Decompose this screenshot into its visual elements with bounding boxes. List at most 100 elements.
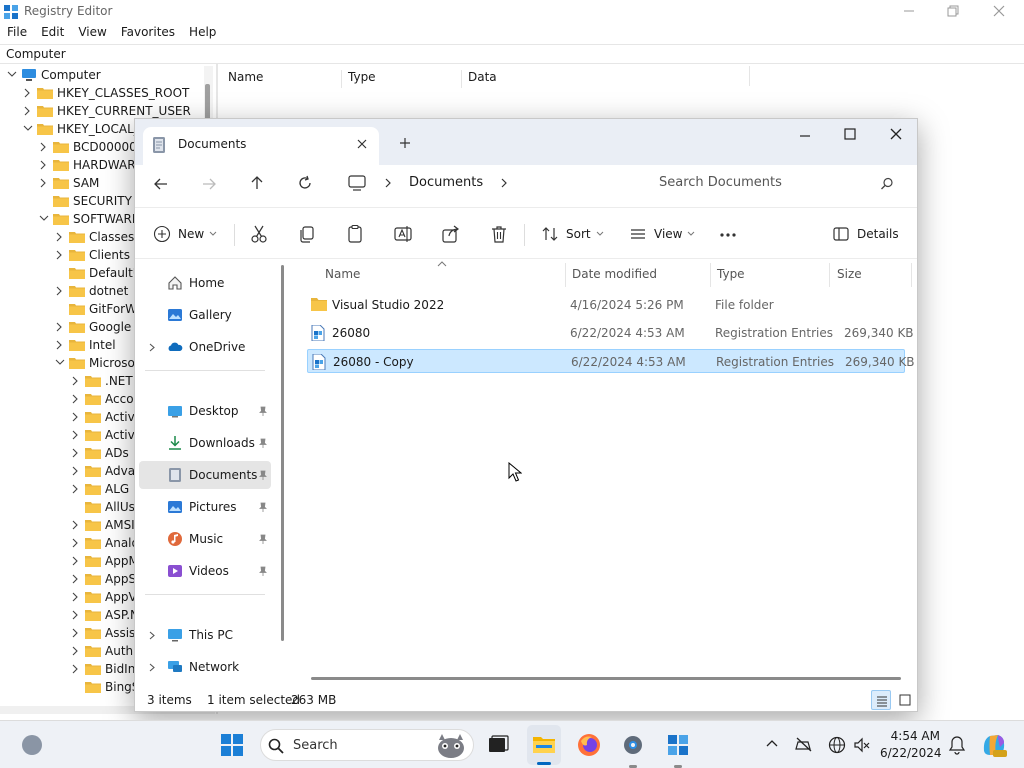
- minimize-icon[interactable]: [903, 5, 915, 17]
- tree-item[interactable]: Clients: [54, 246, 130, 264]
- col-data[interactable]: Data: [461, 70, 497, 88]
- chevron-right-icon[interactable]: [70, 375, 82, 387]
- registry-address-bar[interactable]: Computer: [0, 44, 1024, 64]
- tree-item[interactable]: ALG: [70, 480, 129, 498]
- chevron-right-icon[interactable]: [22, 105, 34, 117]
- file-list-hscrollbar[interactable]: [311, 677, 901, 680]
- tree-item[interactable]: HKEY_LOCAL_: [22, 120, 140, 138]
- chevron-right-icon[interactable]: [70, 645, 82, 657]
- tree-item[interactable]: AppV: [70, 588, 137, 606]
- network-offline-icon[interactable]: [795, 736, 813, 752]
- chevron-right-icon[interactable]: [70, 573, 82, 585]
- tree-item[interactable]: AppS: [70, 570, 136, 588]
- chevron-down-icon[interactable]: [38, 213, 50, 225]
- chevron-down-icon[interactable]: [6, 69, 18, 81]
- chevron-right-icon[interactable]: [70, 465, 82, 477]
- chevron-right-icon[interactable]: [70, 429, 82, 441]
- chevron-right-icon[interactable]: [54, 285, 66, 297]
- details-view-toggle[interactable]: [871, 690, 891, 710]
- tree-item[interactable]: GitForW: [54, 300, 137, 318]
- chevron-right-icon[interactable]: [70, 411, 82, 423]
- tree-item[interactable]: HARDWARE: [38, 156, 143, 174]
- tree-item[interactable]: Microso: [54, 354, 135, 372]
- windows-start-icon[interactable]: [220, 733, 244, 757]
- tree-item[interactable]: ASP.N: [70, 606, 139, 624]
- tree-item[interactable]: Intel: [54, 336, 116, 354]
- tree-item[interactable]: AMSI: [70, 516, 135, 534]
- tree-item[interactable]: AllUs: [70, 498, 135, 516]
- tree-item[interactable]: SECURITY: [38, 192, 132, 210]
- tree-item[interactable]: BingS: [70, 678, 139, 696]
- chevron-down-icon[interactable]: [54, 357, 66, 369]
- taskbar-search[interactable]: Search: [260, 729, 474, 761]
- chevron-right-icon[interactable]: [54, 339, 66, 351]
- chevron-right-icon[interactable]: [70, 591, 82, 603]
- chevron-right-icon[interactable]: [70, 555, 82, 567]
- globe-icon[interactable]: [828, 736, 846, 754]
- chevron-right-icon[interactable]: [70, 627, 82, 639]
- chevron-right-icon[interactable]: [70, 393, 82, 405]
- chevron-right-icon[interactable]: [22, 87, 34, 99]
- col-type[interactable]: Type: [341, 70, 376, 88]
- chevron-right-icon[interactable]: [38, 141, 50, 153]
- tree-item[interactable]: Assis: [70, 624, 135, 642]
- tree-item[interactable]: Computer: [6, 66, 101, 84]
- file-row[interactable]: 26080 - Copy 6/22/2024 4:53 AM Registratio…: [307, 349, 915, 373]
- menu-favorites[interactable]: Favorites: [121, 23, 175, 39]
- tree-item[interactable]: Acco: [70, 390, 134, 408]
- tree-item[interactable]: BidIn: [70, 660, 135, 678]
- menu-file[interactable]: File: [7, 23, 27, 39]
- chevron-up-icon[interactable]: [766, 739, 778, 747]
- tree-item[interactable]: .NET: [70, 372, 133, 390]
- tree-item[interactable]: SOFTWARE: [38, 210, 139, 228]
- clock-date[interactable]: 6/22/2024: [880, 746, 942, 760]
- tree-item[interactable]: ADs: [70, 444, 129, 462]
- menu-help[interactable]: Help: [189, 23, 216, 39]
- widgets-icon[interactable]: [20, 733, 44, 757]
- tree-item[interactable]: Auth: [70, 642, 133, 660]
- chevron-right-icon[interactable]: [38, 177, 50, 189]
- chevron-right-icon[interactable]: [70, 519, 82, 531]
- tree-item[interactable]: Activ: [70, 408, 135, 426]
- col-name[interactable]: Name: [228, 70, 263, 84]
- chevron-right-icon[interactable]: [54, 249, 66, 261]
- copilot-icon[interactable]: [980, 731, 1008, 759]
- tree-item[interactable]: Adva: [70, 462, 135, 480]
- tree-item[interactable]: HKEY_CLASSES_ROOT: [22, 84, 189, 102]
- tree-item[interactable]: SAM: [38, 174, 99, 192]
- chevron-right-icon[interactable]: [70, 537, 82, 549]
- chevron-right-icon[interactable]: [70, 609, 82, 621]
- clock-time[interactable]: 4:54 AM: [888, 729, 940, 743]
- tree-item[interactable]: Activ: [70, 426, 135, 444]
- chevron-right-icon[interactable]: [38, 159, 50, 171]
- file-row[interactable]: Visual Studio 2022 4/16/2024 5:26 PM File …: [307, 293, 905, 317]
- restore-icon[interactable]: [947, 5, 959, 17]
- file-row[interactable]: 26080 6/22/2024 4:53 AM Registration Entri…: [307, 321, 914, 345]
- tree-item[interactable]: AppM: [70, 552, 139, 570]
- chevron-right-icon[interactable]: [70, 447, 82, 459]
- tree-item[interactable]: Classes: [54, 228, 134, 246]
- close-icon[interactable]: [993, 5, 1005, 17]
- volume-muted-icon[interactable]: [853, 736, 871, 754]
- tiles-view-toggle[interactable]: [895, 690, 915, 710]
- chevron-right-icon[interactable]: [70, 663, 82, 675]
- task-view-icon[interactable]: [487, 734, 509, 756]
- chevron-right-icon[interactable]: [70, 483, 82, 495]
- chevron-right-icon[interactable]: [54, 231, 66, 243]
- chevron-down-icon[interactable]: [22, 123, 34, 135]
- menu-edit[interactable]: Edit: [41, 23, 64, 39]
- chevron-right-icon[interactable]: [54, 321, 66, 333]
- taskbar-explorer-active[interactable]: [527, 725, 561, 765]
- tree-item[interactable]: BCD000000: [38, 138, 144, 156]
- tree-item[interactable]: Analo: [70, 534, 139, 552]
- firefox-icon[interactable]: [577, 733, 601, 757]
- tree-item[interactable]: Google: [54, 318, 131, 336]
- folder-icon: [311, 297, 327, 311]
- registry-editor-icon[interactable]: [666, 733, 690, 757]
- tree-item[interactable]: dotnet: [54, 282, 128, 300]
- settings-gear-icon[interactable]: [621, 733, 645, 757]
- notification-bell-icon[interactable]: [948, 735, 966, 755]
- menu-view[interactable]: View: [78, 23, 106, 39]
- tree-item[interactable]: DefaultU: [54, 264, 142, 282]
- active-indicator: [537, 762, 551, 765]
